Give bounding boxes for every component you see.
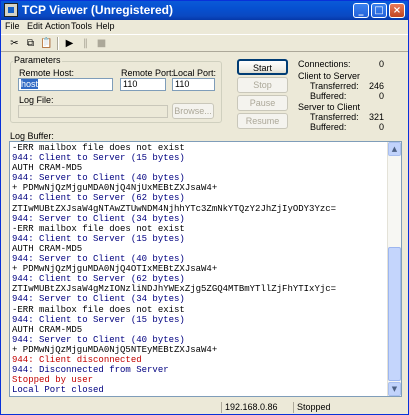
client-to-server-label: Client to Server [298, 71, 361, 81]
log-line: 944: Client to Server (15 bytes) [12, 153, 185, 164]
s2c-transferred-label: Transferred: [310, 112, 359, 122]
log-line: + PDMwNjQzMjguMDA0NjQ5NTEyMEBtZXJsaW4+ [12, 344, 218, 355]
connections-label: Connections: [298, 59, 351, 69]
status-state: Stopped [293, 402, 403, 413]
scroll-up-icon[interactable]: ▲ [388, 142, 401, 156]
log-line: + PDMwNjQzMjguMDA0NjQ4OTIxMEBtZXJsaW4+ [12, 264, 218, 275]
log-line: -ERR mailbox file does not exist [12, 143, 185, 153]
status-ip: 192.168.0.86 [221, 402, 293, 413]
maximize-button[interactable]: □ [371, 3, 387, 18]
copy-icon[interactable]: ⧉ [23, 36, 38, 51]
log-file-input[interactable] [18, 105, 168, 118]
remote-host-value: host [21, 79, 39, 89]
app-window: TCP Viewer (Unregistered) _ □ × File Edi… [0, 0, 409, 415]
c2s-transferred-label: Transferred: [310, 81, 359, 91]
scroll-down-icon[interactable]: ▼ [388, 382, 401, 396]
s2c-buffered-label: Buffered: [310, 122, 347, 132]
menu-tools[interactable]: Tools [71, 21, 92, 31]
remote-port-label: Remote Port: [121, 68, 175, 78]
minimize-button[interactable]: _ [353, 3, 369, 18]
status-bar: 192.168.0.86 Stopped [1, 401, 408, 414]
log-line: 944: Client to Server (62 bytes) [12, 193, 185, 204]
log-line: + PDMwNjQzMjguMDA0NjQ4NjUxMEBtZXJsaW4+ [12, 183, 218, 194]
scroll-thumb[interactable] [388, 247, 401, 381]
resume-button[interactable]: Resume [237, 113, 288, 129]
browse-button[interactable]: Browse... [172, 103, 214, 119]
log-line: 944: Server to Client (40 bytes) [12, 173, 185, 184]
log-line: ZTIwMUBtZXJsaW4gNTAwZTUwNDM4NjhhYTc3ZmNk… [12, 203, 337, 214]
log-line: 944: Server to Client (34 bytes) [12, 213, 185, 224]
app-icon[interactable] [4, 3, 18, 17]
c2s-transferred-value: 246 [368, 81, 384, 91]
stop-icon[interactable]: ■ [94, 36, 109, 51]
log-line: 944: Disconnected from Server [12, 365, 169, 376]
menu-file[interactable]: File [5, 21, 20, 31]
title-bar[interactable]: TCP Viewer (Unregistered) _ □ × [1, 1, 408, 20]
c2s-buffered-label: Buffered: [310, 91, 347, 101]
c2s-buffered-value: 0 [378, 91, 384, 101]
parameters-label: Parameters [13, 55, 62, 65]
log-buffer[interactable]: -ERR mailbox file does not exist 944: Cli… [9, 141, 402, 397]
log-lines: -ERR mailbox file does not exist 944: Cli… [12, 143, 386, 395]
pause-button[interactable]: Pause [237, 95, 288, 111]
log-line: -ERR mailbox file does not exist [12, 223, 185, 234]
pause-icon[interactable]: ‖ [78, 36, 93, 51]
log-buffer-label: Log Buffer: [10, 131, 54, 141]
log-scrollbar[interactable]: ▲ ▼ [387, 142, 401, 396]
log-line: 944: Server to Client (40 bytes) [12, 254, 185, 265]
local-port-label: Local Port: [173, 68, 217, 78]
close-button[interactable]: × [389, 3, 405, 18]
log-line: Stopped by user [12, 375, 94, 386]
remote-port-input[interactable]: 110 [120, 78, 166, 91]
server-to-client-label: Server to Client [298, 102, 361, 112]
log-line: ZTIwMUBtZXJsaW4gMzIONzliNDJhYWExZjg5ZGQ4… [12, 284, 337, 295]
log-line: 944: Client to Server (62 bytes) [12, 274, 185, 285]
menu-action[interactable]: Action [45, 21, 70, 31]
connections-value: 0 [378, 59, 384, 69]
cut-icon[interactable]: ✂ [7, 36, 22, 51]
log-line: AUTH CRAM-MD5 [12, 243, 83, 254]
toolbar: ✂ ⧉ 📋 ▶ ‖ ■ [1, 34, 408, 52]
s2c-buffered-value: 0 [378, 122, 384, 132]
log-line: AUTH CRAM-MD5 [12, 324, 83, 335]
log-file-label: Log File: [19, 95, 54, 105]
menu-help[interactable]: Help [96, 21, 115, 31]
remote-host-input[interactable]: host [18, 78, 113, 91]
start-button[interactable]: Start [237, 59, 288, 75]
menu-bar: File Edit Action Tools Help [1, 20, 408, 34]
log-line: 944: Client to Server (15 bytes) [12, 233, 185, 244]
log-line: Local Port closed [12, 385, 104, 396]
local-port-input[interactable]: 110 [172, 78, 215, 91]
window-title: TCP Viewer (Unregistered) [22, 3, 173, 17]
log-line: 944: Client to Server (15 bytes) [12, 314, 185, 325]
paste-icon[interactable]: 📋 [39, 36, 54, 51]
remote-host-label: Remote Host: [19, 68, 75, 78]
log-line: 944: Server to Client (34 bytes) [12, 294, 185, 305]
stop-button[interactable]: Stop [237, 77, 288, 93]
log-line: 944: Server to Client (40 bytes) [12, 334, 185, 345]
log-line: 944: Client disconnected [12, 354, 142, 365]
menu-edit[interactable]: Edit [27, 21, 43, 31]
log-line: AUTH CRAM-MD5 [12, 163, 83, 174]
log-line: -ERR mailbox file does not exist [12, 304, 185, 315]
toolbar-separator [57, 37, 59, 50]
play-icon[interactable]: ▶ [62, 36, 77, 51]
s2c-transferred-value: 321 [368, 112, 384, 122]
